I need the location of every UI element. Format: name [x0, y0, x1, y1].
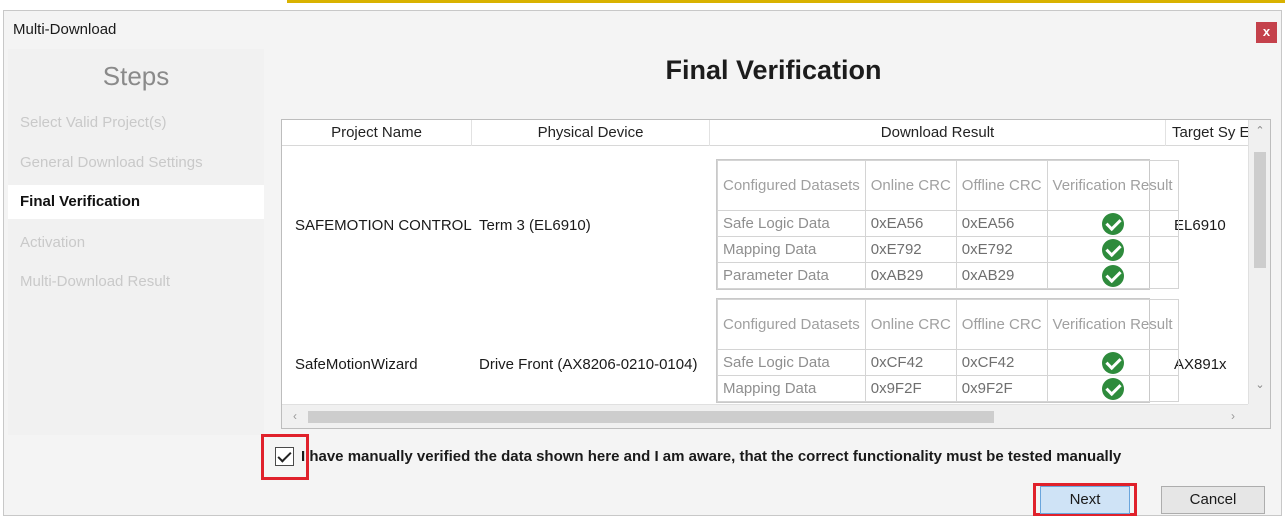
column-header-project-name[interactable]: Project Name [282, 120, 472, 146]
offline-crc: 0xE792 [955, 236, 1048, 263]
row1-target-system: EL6910 [1174, 217, 1226, 234]
manual-verification-label[interactable]: I have manually verified the data shown … [301, 448, 1121, 465]
dataset-name: Safe Logic Data [717, 349, 866, 376]
offline-crc: 0xEA56 [955, 210, 1048, 237]
scroll-left-icon[interactable]: ‹ [286, 409, 304, 423]
window-title: Multi-Download [13, 21, 117, 38]
online-crc: 0xCF42 [864, 349, 957, 376]
offline-crc: 0xCF42 [955, 349, 1048, 376]
verification-grid[interactable]: Project Name Physical Device Download Re… [281, 119, 1271, 429]
online-crc: 0xAB29 [864, 262, 957, 289]
vertical-scroll-thumb[interactable] [1254, 152, 1266, 268]
step-select-valid-projects: Select Valid Project(s) [20, 114, 167, 131]
subheader-offline-crc: Offline CRC [955, 299, 1048, 350]
online-crc: 0xE792 [864, 236, 957, 263]
manual-verification-row: I have manually verified the data shown … [261, 434, 1161, 480]
manual-verification-checkbox[interactable] [275, 447, 294, 466]
row1-project-name: SAFEMOTION CONTROL [295, 217, 472, 234]
dataset-name: Parameter Data [717, 262, 866, 289]
cancel-button[interactable]: Cancel [1161, 486, 1265, 514]
steps-panel: Steps Select Valid Project(s) General Do… [8, 49, 264, 435]
step-activation: Activation [20, 234, 86, 251]
subheader-configured-datasets: Configured Datasets [717, 160, 866, 211]
dataset-row: Mapping Data 0x9F2F 0x9F2F [717, 375, 1179, 402]
row2-dataset-table: Configured Datasets Online CRC Offline C… [716, 298, 1179, 403]
online-crc: 0x9F2F [864, 375, 957, 402]
dataset-name: Mapping Data [717, 375, 866, 402]
step-final-verification: Final Verification [8, 185, 264, 219]
grid-header: Project Name Physical Device Download Re… [282, 120, 1270, 146]
row2-project-name: SafeMotionWizard [295, 356, 418, 373]
check-circle-icon [1101, 264, 1124, 287]
offline-crc: 0xAB29 [955, 262, 1048, 289]
check-circle-icon [1101, 238, 1124, 261]
subheader-verification-result: Verification Result [1046, 299, 1179, 350]
online-crc: 0xEA56 [864, 210, 957, 237]
title-bar: Multi-Download x [4, 11, 1281, 49]
subheader-offline-crc: Offline CRC [955, 160, 1048, 211]
step-multi-download-result: Multi-Download Result [20, 273, 171, 290]
multi-download-dialog: Multi-Download x Steps Select Valid Proj… [3, 10, 1282, 516]
row2-target-system: AX891x [1174, 356, 1227, 373]
row1-dataset-table: Configured Datasets Online CRC Offline C… [716, 159, 1179, 290]
horizontal-scroll-thumb[interactable] [308, 411, 994, 423]
background-window-edge [287, 0, 1285, 3]
subheader-online-crc: Online CRC [864, 160, 957, 211]
row2-physical-device: Drive Front (AX8206-0210-0104) [479, 356, 698, 373]
dataset-name: Mapping Data [717, 236, 866, 263]
check-circle-icon [1101, 212, 1124, 235]
dataset-row: Mapping Data 0xE792 0xE792 [717, 236, 1179, 263]
dataset-row: Safe Logic Data 0xEA56 0xEA56 [717, 210, 1179, 237]
subheader-verification-result: Verification Result [1046, 160, 1179, 211]
vertical-scrollbar[interactable]: ⌃ ⌄ [1248, 120, 1270, 406]
column-header-download-result[interactable]: Download Result [710, 120, 1166, 146]
subheader-online-crc: Online CRC [864, 299, 957, 350]
page-title: Final Verification [665, 55, 882, 85]
check-circle-icon [1101, 351, 1124, 374]
scrollbar-corner [1248, 404, 1270, 428]
step-general-download-settings: General Download Settings [20, 154, 203, 171]
dataset-row: Safe Logic Data 0xCF42 0xCF42 [717, 349, 1179, 376]
row1-physical-device: Term 3 (EL6910) [479, 217, 591, 234]
check-circle-icon [1101, 377, 1124, 400]
scroll-down-icon[interactable]: ⌄ [1249, 378, 1270, 391]
horizontal-scrollbar[interactable]: ‹ › [282, 404, 1250, 428]
dataset-name: Safe Logic Data [717, 210, 866, 237]
dataset-row: Parameter Data 0xAB29 0xAB29 [717, 262, 1179, 289]
scroll-up-icon[interactable]: ⌃ [1249, 124, 1270, 137]
top-strip [0, 0, 1285, 10]
column-header-target-system[interactable]: Target Sy E [1166, 120, 1256, 146]
offline-crc: 0x9F2F [955, 375, 1048, 402]
column-header-physical-device[interactable]: Physical Device [472, 120, 710, 146]
scroll-right-icon[interactable]: › [1224, 409, 1242, 423]
next-button[interactable]: Next [1040, 486, 1130, 514]
subheader-configured-datasets: Configured Datasets [717, 299, 866, 350]
close-button[interactable]: x [1256, 22, 1277, 43]
